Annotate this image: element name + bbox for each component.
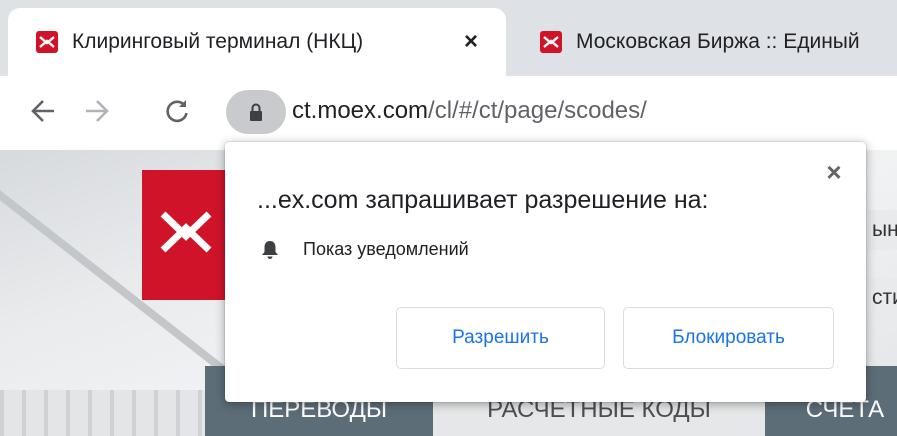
tab-clearing-terminal[interactable]: Клиринговый терминал (НКЦ) × (8, 8, 506, 76)
tab-title: Московская Биржа :: Единый (576, 30, 860, 53)
background-columns (0, 390, 230, 436)
url-path: /cl/#/ct/page/scodes/ (428, 97, 647, 124)
tab-close-icon[interactable]: × (458, 29, 484, 55)
browser-toolbar: ct.moex.com/cl/#/ct/page/scodes/ (0, 76, 897, 150)
permission-label: Показ уведомлений (303, 239, 469, 259)
partial-header-button[interactable]: сти (868, 278, 897, 318)
allow-button[interactable]: Разрешить (396, 307, 605, 369)
bell-icon (262, 240, 278, 259)
address-bar[interactable]: ct.moex.com/cl/#/ct/page/scodes/ (226, 90, 897, 134)
partial-header-button[interactable]: ын (868, 210, 897, 250)
reload-icon[interactable] (158, 92, 196, 130)
tab-moex-unified[interactable]: Московская Биржа :: Единый (512, 8, 897, 76)
dialog-title: ...ex.com запрашивает разрешение на: (257, 186, 709, 214)
url-text: ct.moex.com/cl/#/ct/page/scodes/ (292, 97, 647, 125)
site-info-button[interactable] (226, 90, 286, 134)
close-icon[interactable]: × (820, 158, 848, 186)
lock-icon (250, 103, 262, 121)
permission-row: Показ уведомлений (261, 239, 469, 260)
moex-logo[interactable] (142, 170, 230, 300)
notification-permission-dialog: ...ex.com запрашивает разрешение на: × П… (225, 142, 866, 402)
moex-favicon-icon (540, 31, 562, 53)
url-host: ct.moex.com (292, 97, 429, 124)
tab-title: Клиринговый терминал (НКЦ) (72, 30, 364, 53)
back-arrow-icon[interactable] (24, 92, 62, 130)
tab-strip: Клиринговый терминал (НКЦ) × Московская … (0, 0, 897, 76)
moex-favicon-icon (36, 31, 58, 53)
forward-arrow-icon[interactable] (78, 92, 116, 130)
block-button[interactable]: Блокировать (623, 307, 834, 369)
